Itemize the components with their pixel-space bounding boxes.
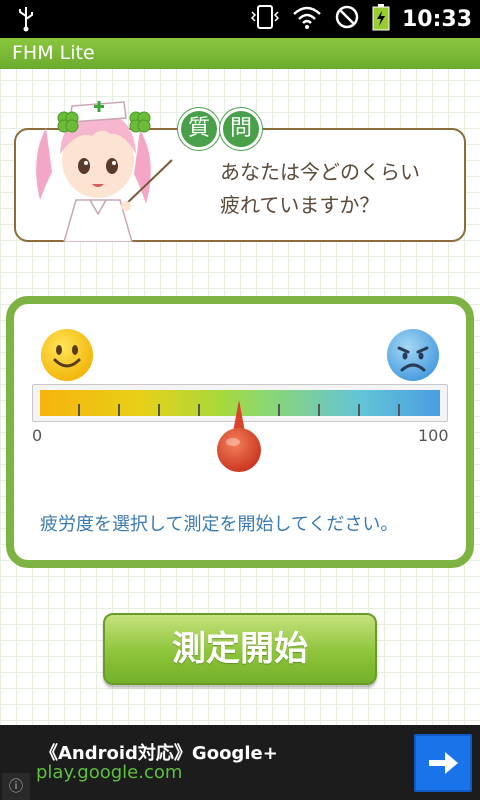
scale-tick — [358, 404, 360, 416]
ad-url[interactable]: play.google.com — [36, 762, 182, 783]
ad-arrow-button[interactable] — [414, 734, 472, 792]
status-bar: 10:33 — [0, 0, 480, 38]
vibrate-icon — [250, 4, 280, 34]
instruction-text: 疲労度を選択して測定を開始してください。 — [40, 514, 399, 535]
app-title: FHM Lite — [12, 42, 95, 64]
scale-max-label: 100 — [418, 426, 449, 445]
scale-tick — [278, 404, 280, 416]
no-signal-icon — [334, 4, 360, 34]
question-badge-char-1: 質 — [178, 108, 220, 150]
scale-tick — [318, 404, 320, 416]
scale-tick — [398, 404, 400, 416]
sad-face-icon — [386, 328, 440, 382]
info-icon[interactable]: ⓘ — [2, 773, 30, 800]
scale-min-label: 0 — [32, 426, 43, 445]
ad-banner[interactable]: 《Android対応》Google+ play.google.com ⓘ — [0, 725, 480, 800]
start-measurement-button[interactable]: 測定開始 — [103, 613, 377, 685]
nurse-character-icon — [28, 88, 178, 243]
fatigue-slider-handle[interactable] — [214, 398, 264, 474]
happy-face-icon — [40, 328, 94, 382]
question-badge-char-2: 問 — [220, 108, 262, 150]
question-text: あなたは今どのくらい 疲れていますか？ — [220, 160, 420, 217]
app-title-bar: FHM Lite — [0, 38, 480, 69]
status-clock: 10:33 — [401, 6, 472, 32]
scale-tick — [158, 404, 160, 416]
scale-tick — [118, 404, 120, 416]
scale-tick — [78, 404, 80, 416]
usb-icon — [16, 6, 36, 36]
scale-tick — [198, 404, 200, 416]
battery-icon — [372, 3, 390, 35]
wifi-icon — [292, 4, 322, 34]
